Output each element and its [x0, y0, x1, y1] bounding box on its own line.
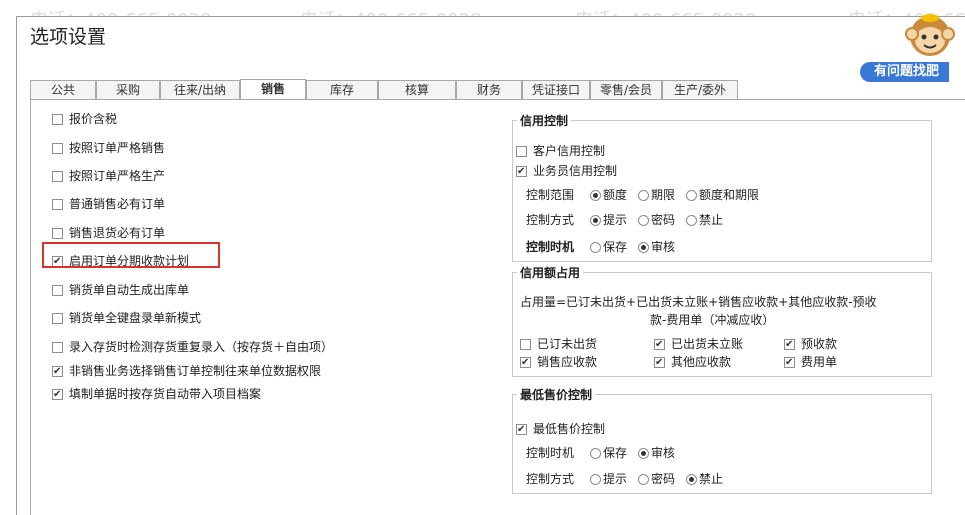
credit-method-label: 控制方式: [526, 213, 575, 227]
radio-min-method-password[interactable]: 密码: [638, 470, 675, 488]
option-salesman-credit[interactable]: 业务员信用控制: [516, 162, 617, 181]
option-keyboard-entry-mode[interactable]: 销货单全键盘录单新模式: [52, 309, 201, 327]
tab-voucher-interface[interactable]: 凭证接口: [522, 80, 590, 99]
checkbox[interactable]: [784, 354, 795, 372]
radio-method-prompt[interactable]: 提示: [590, 211, 627, 229]
highlight-box: [42, 242, 220, 268]
window-title: 选项设置: [30, 26, 107, 48]
tab-common[interactable]: 公共: [30, 80, 96, 99]
option-strict-order-sales[interactable]: 按照订单严格销售: [52, 139, 165, 157]
option-sales-return-require-order[interactable]: 销售退货必有订单: [52, 224, 165, 242]
radio[interactable]: [638, 190, 649, 201]
option-quote-tax[interactable]: 报价含税: [52, 110, 117, 128]
checkbox[interactable]: [654, 354, 665, 372]
option-strict-order-production[interactable]: 按照订单严格生产: [52, 167, 165, 185]
option-non-sales-order-permission[interactable]: 非销售业务选择销售订单控制往来单位数据权限: [52, 362, 321, 381]
credit-control-title: 信用控制: [517, 112, 572, 129]
radio[interactable]: [638, 474, 649, 485]
radio-range-period[interactable]: 期限: [638, 186, 675, 204]
option-auto-generate-outbound[interactable]: 销货单自动生成出库单: [52, 281, 189, 299]
checkbox[interactable]: [516, 421, 527, 439]
radio[interactable]: [686, 190, 697, 201]
radio[interactable]: [590, 448, 601, 459]
checkbox[interactable]: [52, 313, 63, 324]
credit-timing-label: 控制时机: [526, 240, 575, 254]
option-auto-fill-project[interactable]: 填制单据时按存货自动带入项目档案: [52, 385, 261, 404]
tab-retail-member[interactable]: 零售/会员: [590, 80, 662, 99]
min-price-control-title: 最低售价控制: [517, 386, 596, 403]
radio-min-timing-audit[interactable]: 审核: [638, 444, 675, 462]
monkey-mascot-icon[interactable]: [900, 10, 960, 60]
tab-finance[interactable]: 财务: [456, 80, 522, 99]
option-detect-duplicate-inventory[interactable]: 录入存货时检测存货重复录入（按存货＋自由项）: [52, 338, 333, 356]
radio-timing-save[interactable]: 保存: [590, 238, 627, 256]
option-customer-credit[interactable]: 客户信用控制: [516, 142, 605, 160]
credit-range-label: 控制范围: [526, 188, 575, 202]
radio-range-amount-period[interactable]: 额度和期限: [686, 186, 759, 204]
checkbox[interactable]: [52, 143, 63, 154]
checkbox[interactable]: [52, 114, 63, 125]
radio-timing-audit[interactable]: 审核: [638, 238, 675, 256]
radio-min-method-forbid[interactable]: 禁止: [686, 470, 723, 488]
occupy-ordered-not-shipped[interactable]: 已订未出货: [520, 335, 597, 353]
radio[interactable]: [638, 448, 649, 459]
checkbox[interactable]: [52, 342, 63, 353]
radio[interactable]: [590, 190, 601, 201]
min-price-timing-label: 控制时机: [526, 446, 575, 460]
radio-min-method-prompt[interactable]: 提示: [590, 470, 627, 488]
credit-occupy-title: 信用额占用: [517, 264, 584, 281]
checkbox[interactable]: [516, 146, 527, 157]
radio[interactable]: [590, 242, 601, 253]
radio[interactable]: [686, 215, 697, 226]
option-normal-sales-require-order[interactable]: 普通销售必有订单: [52, 195, 165, 213]
tab-accounting[interactable]: 核算: [378, 80, 456, 99]
help-button[interactable]: 有问题找肥: [860, 62, 950, 82]
radio[interactable]: [638, 215, 649, 226]
occupy-formula-line1: 占用量=已订未出货+已出货未立账+销售应收款+其他应收款-预收: [520, 295, 877, 309]
radio[interactable]: [590, 474, 601, 485]
radio-min-timing-save[interactable]: 保存: [590, 444, 627, 462]
radio[interactable]: [686, 474, 697, 485]
checkbox[interactable]: [52, 228, 63, 239]
checkbox[interactable]: [520, 339, 531, 350]
checkbox[interactable]: [516, 163, 527, 181]
option-min-price-control[interactable]: 最低售价控制: [516, 420, 605, 439]
tab-inventory[interactable]: 库存: [306, 80, 378, 99]
occupy-other-receivable[interactable]: 其他应收款: [654, 353, 731, 372]
occupy-advance-receipt[interactable]: 预收款: [784, 335, 837, 354]
min-price-method-label: 控制方式: [526, 472, 575, 486]
occupy-expense-bill[interactable]: 费用单: [784, 353, 837, 372]
radio[interactable]: [590, 215, 601, 226]
tab-ar-cashier[interactable]: 往来/出纳: [160, 80, 240, 99]
checkbox[interactable]: [654, 336, 665, 354]
tab-sales[interactable]: 销售: [240, 79, 306, 100]
checkbox[interactable]: [52, 285, 63, 296]
tab-purchase[interactable]: 采购: [96, 80, 160, 99]
tab-production-outsource[interactable]: 生产/委外: [662, 80, 738, 99]
checkbox[interactable]: [784, 336, 795, 354]
radio[interactable]: [638, 242, 649, 253]
checkbox[interactable]: [52, 199, 63, 210]
occupy-formula-line2: 款-费用单（冲减应收）: [650, 313, 775, 327]
checkbox[interactable]: [520, 354, 531, 372]
radio-method-forbid[interactable]: 禁止: [686, 211, 723, 229]
radio-range-amount[interactable]: 额度: [590, 186, 627, 204]
occupy-shipped-not-billed[interactable]: 已出货未立账: [654, 335, 743, 354]
checkbox[interactable]: [52, 386, 63, 404]
checkbox[interactable]: [52, 171, 63, 182]
occupy-sales-receivable[interactable]: 销售应收款: [520, 353, 597, 372]
radio-method-password[interactable]: 密码: [638, 211, 675, 229]
checkbox[interactable]: [52, 363, 63, 381]
